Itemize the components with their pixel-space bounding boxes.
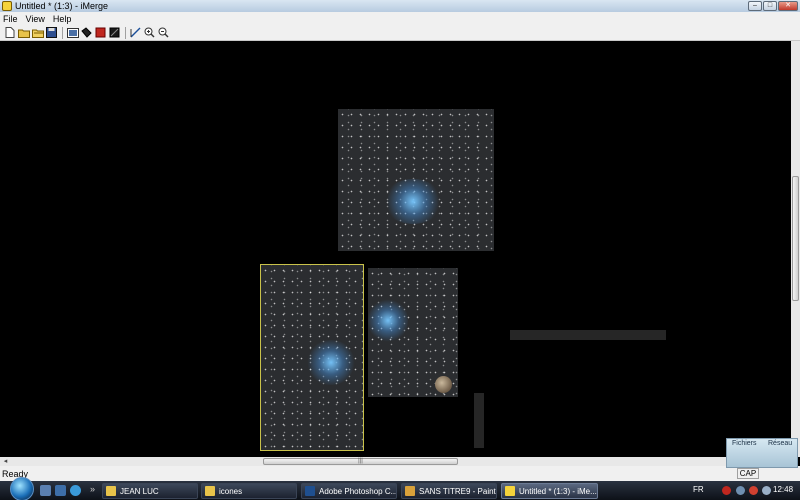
gadget-tab-fichiers[interactable]: Fichiers: [732, 440, 757, 447]
image-tile-selected[interactable]: [260, 264, 364, 451]
red-square-icon[interactable]: [94, 26, 107, 39]
horizontal-scrollbar[interactable]: ◂ |||: [0, 457, 791, 466]
black-square-icon[interactable]: [108, 26, 121, 39]
maximize-button[interactable]: □: [763, 1, 777, 11]
star-cluster: [306, 340, 356, 385]
title-bar: Untitled * (1:3) - iMerge – □ ✕: [0, 0, 800, 12]
new-file-icon[interactable]: [3, 26, 16, 39]
image-tile-top[interactable]: [338, 109, 494, 251]
show-desktop-icon[interactable]: [40, 485, 51, 496]
minimize-button[interactable]: –: [748, 1, 762, 11]
window-controls: – □ ✕: [748, 1, 798, 11]
caps-indicator: CAP: [737, 468, 759, 479]
merge-canvas[interactable]: [0, 41, 791, 457]
status-bar: Ready CAP: [0, 466, 800, 481]
menu-bar: File View Help: [0, 12, 800, 25]
folder-icon: [106, 486, 116, 496]
line-icon[interactable]: [129, 26, 142, 39]
taskbar-item-jean-luc[interactable]: JEAN LUC: [102, 483, 198, 499]
sidebar-gadget[interactable]: Fichiers Réseau: [726, 438, 798, 468]
moon: [435, 376, 452, 393]
image-strip-vertical[interactable]: [474, 393, 484, 448]
menu-view[interactable]: View: [26, 14, 45, 24]
vertical-scrollbar[interactable]: [791, 41, 800, 457]
horizontal-scroll-thumb[interactable]: |||: [263, 458, 458, 465]
antivirus-icon[interactable]: [722, 486, 731, 495]
taskbar-item-imerge[interactable]: Untitled * (1:3) - iMe...: [501, 483, 598, 499]
open-folder-icon[interactable]: [17, 26, 30, 39]
zoom-in-icon[interactable]: [143, 26, 156, 39]
volume-icon[interactable]: [762, 486, 771, 495]
close-button[interactable]: ✕: [778, 1, 798, 11]
gadget-tab-reseau[interactable]: Réseau: [768, 440, 792, 447]
network-icon[interactable]: [736, 486, 745, 495]
menu-help[interactable]: Help: [53, 14, 72, 24]
photoshop-icon: [305, 486, 315, 496]
quick-launch-more[interactable]: »: [90, 484, 95, 494]
scroll-left-icon[interactable]: ◂: [1, 457, 10, 466]
star-cluster: [368, 298, 408, 343]
clock: 12:48: [773, 485, 794, 494]
paint-icon: [405, 486, 415, 496]
star-cluster: [383, 179, 443, 224]
image-tile-moon[interactable]: [368, 268, 458, 397]
bucket-icon[interactable]: [80, 26, 93, 39]
taskbar-item-icones[interactable]: icones: [201, 483, 297, 499]
toolbar-separator: [125, 26, 126, 39]
vertical-scroll-thumb[interactable]: [792, 176, 799, 301]
folder-icon: [205, 486, 215, 496]
image-icon[interactable]: [66, 26, 79, 39]
window-title: Untitled * (1:3) - iMerge: [15, 1, 109, 11]
save-icon[interactable]: [45, 26, 58, 39]
toolbar-separator: [62, 26, 63, 39]
internet-explorer-icon[interactable]: [70, 485, 81, 496]
zoom-out-icon[interactable]: [157, 26, 170, 39]
taskbar-item-photoshop[interactable]: Adobe Photoshop C...: [301, 483, 397, 499]
toolbar: [0, 25, 800, 41]
taskbar: » JEAN LUC icones Adobe Photoshop C... S…: [0, 477, 800, 500]
switch-windows-icon[interactable]: [55, 485, 66, 496]
app-icon: [2, 1, 12, 11]
language-indicator[interactable]: FR: [693, 485, 704, 494]
imerge-icon: [505, 486, 515, 496]
menu-file[interactable]: File: [3, 14, 18, 24]
open-icon[interactable]: [31, 26, 44, 39]
taskbar-item-paint[interactable]: SANS TITRE9 - Paint: [401, 483, 497, 499]
image-strip-horizontal[interactable]: [510, 330, 666, 340]
start-button[interactable]: [10, 477, 34, 500]
alert-icon[interactable]: [749, 486, 758, 495]
